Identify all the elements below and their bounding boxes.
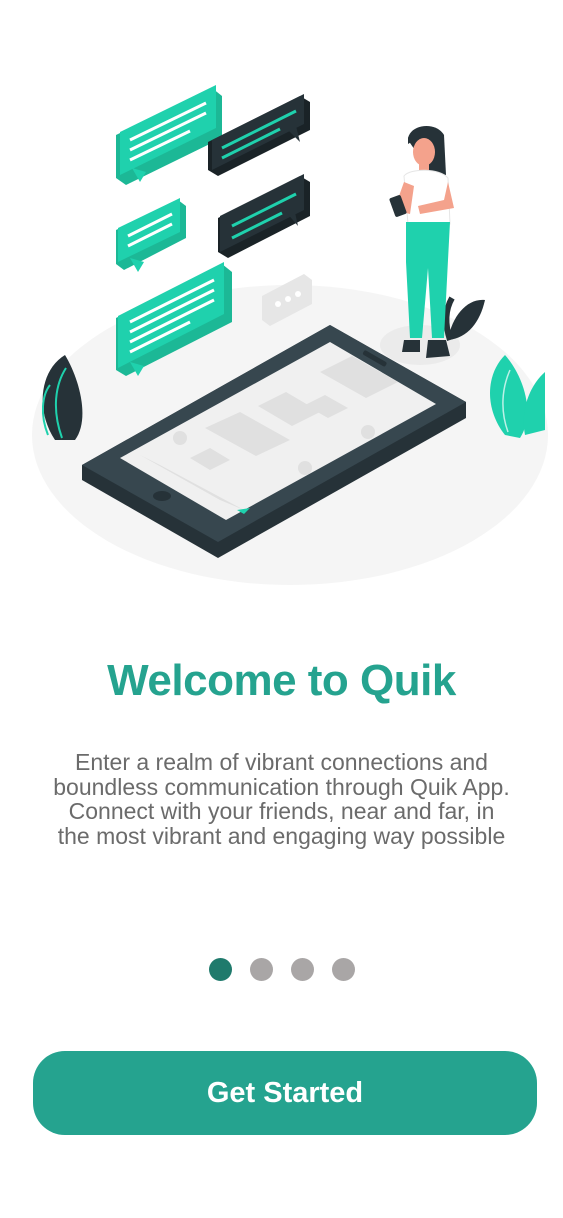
- pagination-dot-2[interactable]: [249, 958, 273, 981]
- pagination-dot-4[interactable]: [331, 958, 355, 981]
- chat-bubble-icon: [116, 198, 186, 272]
- pagination-dots: [0, 958, 563, 981]
- chat-bubble-icon: [218, 174, 310, 258]
- chat-bubble-icon: [116, 85, 222, 185]
- onboarding-description: Enter a realm of vibrant connections and…: [53, 749, 510, 849]
- hero-illustration: [32, 85, 548, 585]
- page-title: Welcome to Quik: [107, 656, 456, 705]
- get-started-button[interactable]: Get Started: [33, 1051, 537, 1135]
- pagination-dot-1[interactable]: [208, 958, 232, 981]
- chat-bubble-icon: [208, 94, 310, 176]
- pagination-dot-3[interactable]: [290, 958, 314, 981]
